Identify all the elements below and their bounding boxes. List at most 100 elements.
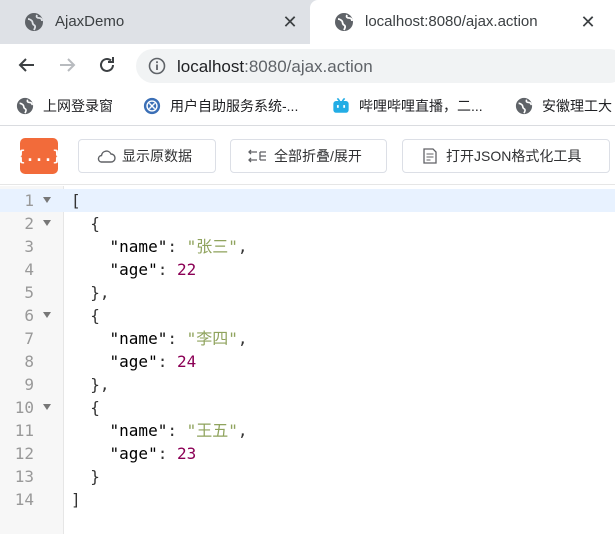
key-separator: : — [167, 237, 187, 256]
button-label: 打开JSON格式化工具 — [446, 148, 582, 164]
code-text: [ — [71, 191, 81, 210]
code-line: 3 "name": "张三", — [0, 235, 615, 258]
bookmarks-bar: 上网登录窗 用户自助服务系统-... 哔哩哔哩直播，二... 安徽理工大 — [0, 86, 615, 126]
code-line: 4 "age": 22 — [0, 258, 615, 281]
arrow-right-icon — [60, 58, 76, 72]
close-icon[interactable]: ✕ — [280, 12, 300, 32]
code-line: 11 "name": "王五", — [0, 419, 615, 442]
json-extension-logo[interactable]: {...} — [16, 138, 62, 174]
json-key: "age" — [109, 260, 158, 279]
info-icon[interactable] — [148, 57, 166, 75]
fold-toggle-icon[interactable] — [43, 404, 51, 410]
code-text: "name": "李四", — [71, 327, 248, 350]
code-text: }, — [71, 375, 110, 394]
fold-toggle-icon[interactable] — [43, 312, 51, 318]
arrow-left-icon — [18, 58, 34, 72]
code-text: } — [71, 467, 100, 486]
bookmark-bilibili[interactable]: 哔哩哔哩直播，二... — [332, 96, 483, 116]
json-key: "name" — [109, 329, 168, 348]
line-number: 5 — [24, 283, 34, 302]
json-value: 24 — [176, 352, 197, 371]
trailing-comma: , — [237, 237, 248, 256]
code-text: "age": 22 — [71, 258, 197, 281]
json-key: "name" — [109, 237, 168, 256]
cloud-icon — [97, 150, 116, 163]
json-viewer-toolbar: {...} 显示原数据 全部折叠/展开 打开JSON格式化工具 — [0, 127, 615, 185]
json-value: "张三" — [186, 237, 238, 256]
line-number: 2 — [24, 214, 34, 233]
line-number: 11 — [14, 421, 34, 440]
bookmark-label: 安徽理工大 — [542, 98, 612, 114]
json-value: "王五" — [186, 421, 238, 440]
code-text: "age": 24 — [71, 350, 197, 373]
bookmark-login[interactable]: 上网登录窗 — [16, 96, 113, 116]
key-separator: : — [157, 260, 177, 279]
tab-ajaxdemo[interactable]: AjaxDemo ✕ — [0, 0, 310, 44]
fold-toggle-icon[interactable] — [43, 220, 51, 226]
code-text: { — [71, 306, 100, 325]
code-line: 9 }, — [0, 373, 615, 396]
trailing-comma: , — [237, 329, 248, 348]
back-button[interactable] — [14, 52, 40, 78]
line-number: 6 — [24, 306, 34, 325]
json-file-icon — [423, 148, 437, 164]
key-separator: : — [167, 329, 187, 348]
json-value: "李四" — [186, 329, 238, 348]
code-line: 10 { — [0, 396, 615, 419]
bookmark-ahut[interactable]: 安徽理工大 — [515, 96, 612, 116]
browser-toolbar: localhost:8080/ajax.action — [0, 44, 615, 86]
code-line: 8 "age": 24 — [0, 350, 615, 373]
json-value: 22 — [176, 260, 197, 279]
close-icon[interactable]: ✕ — [578, 12, 598, 32]
globe-icon — [335, 13, 353, 31]
line-number: 12 — [14, 444, 34, 463]
json-key: "name" — [109, 421, 168, 440]
bookmark-label: 上网登录窗 — [43, 98, 113, 114]
code-line: 2 { — [0, 212, 615, 235]
code-text: ] — [71, 490, 81, 509]
collapse-icon — [248, 149, 266, 163]
bookmark-self-service[interactable]: 用户自助服务系统-... — [143, 96, 298, 116]
url-host: localhost — [177, 57, 245, 76]
line-number: 7 — [24, 329, 34, 348]
forward-button[interactable] — [54, 52, 80, 78]
reload-button[interactable] — [94, 52, 120, 78]
code-line: 12 "age": 23 — [0, 442, 615, 465]
url-path: :8080/ajax.action — [244, 57, 373, 76]
code-line: 7 "name": "李四", — [0, 327, 615, 350]
code-text: { — [71, 214, 100, 233]
key-separator: : — [157, 444, 177, 463]
line-number: 10 — [14, 398, 34, 417]
tab-ajax-action[interactable]: localhost:8080/ajax.action ✕ — [310, 0, 615, 44]
fold-toggle-icon[interactable] — [43, 197, 51, 203]
button-label: 显示原数据 — [122, 148, 192, 164]
collapse-expand-all-button[interactable]: 全部折叠/展开 — [230, 139, 387, 173]
globe-icon — [16, 97, 34, 115]
tab-title: AjaxDemo — [55, 13, 125, 30]
address-url: localhost:8080/ajax.action — [177, 57, 373, 77]
address-bar[interactable]: localhost:8080/ajax.action — [136, 49, 615, 83]
globe-icon — [25, 13, 43, 31]
json-key: "age" — [109, 352, 158, 371]
json-value: 23 — [176, 444, 197, 463]
reload-icon — [100, 57, 114, 72]
key-separator: : — [167, 421, 187, 440]
line-number: 8 — [24, 352, 34, 371]
open-json-formatter-button[interactable]: 打开JSON格式化工具 — [402, 139, 610, 173]
bilibili-icon — [333, 97, 349, 113]
bookmark-label: 用户自助服务系统-... — [170, 98, 299, 114]
json-code-viewer[interactable]: 1[2 {3 "name": "张三", 4 "age": 22 5 }, 6 {7 … — [0, 186, 615, 534]
tab-strip: AjaxDemo ✕ localhost:8080/ajax.action ✕ — [0, 0, 615, 44]
line-number: 1 — [24, 191, 34, 210]
bookmark-label: 哔哩哔哩直播，二... — [359, 98, 483, 114]
json-key: "age" — [109, 444, 158, 463]
code-text: "age": 23 — [71, 442, 197, 465]
line-number: 13 — [14, 467, 34, 486]
show-raw-data-button[interactable]: 显示原数据 — [78, 139, 216, 173]
code-line: 13 } — [0, 465, 615, 488]
code-line: 1[ — [0, 189, 615, 212]
